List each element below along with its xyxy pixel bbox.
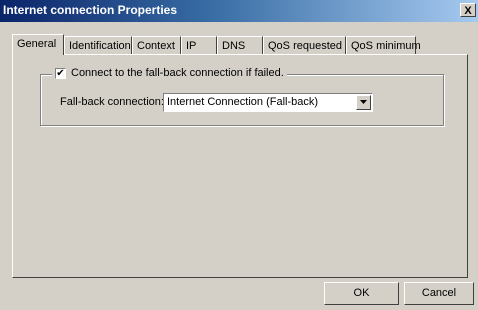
fallback-connection-label: Fall-back connection: [60, 96, 164, 108]
window-title: Internet connection Properties [3, 3, 178, 17]
tab-qos-minimum[interactable]: QoS minimum [346, 36, 421, 54]
cancel-button[interactable]: Cancel [404, 282, 474, 305]
tab-general[interactable]: General [12, 34, 64, 55]
title-bar[interactable]: Internet connection Properties X [0, 0, 478, 22]
dropdown-arrow-icon [360, 100, 367, 104]
dropdown-arrow-button[interactable] [356, 95, 371, 110]
tab-ip[interactable]: IP [181, 36, 217, 54]
ok-button[interactable]: OK [324, 282, 399, 305]
properties-dialog: Internet connection Properties X General… [0, 0, 478, 310]
tab-qos-requested[interactable]: QoS requested [263, 36, 346, 54]
fallback-checkbox-label[interactable]: Connect to the fall-back connection if f… [71, 67, 284, 79]
tab-dns[interactable]: DNS [217, 36, 263, 54]
tab-context[interactable]: Context [132, 36, 181, 54]
close-button[interactable]: X [460, 3, 476, 17]
fallback-connection-select[interactable]: Internet Connection (Fall-back) [163, 93, 373, 112]
fallback-connection-value: Internet Connection (Fall-back) [167, 96, 319, 108]
tab-identification[interactable]: Identification [64, 36, 132, 54]
close-icon: X [464, 5, 472, 17]
fallback-checkbox-row[interactable]: ✔ Connect to the fall-back connection if… [52, 67, 287, 79]
fallback-checkbox[interactable]: ✔ [55, 67, 66, 79]
